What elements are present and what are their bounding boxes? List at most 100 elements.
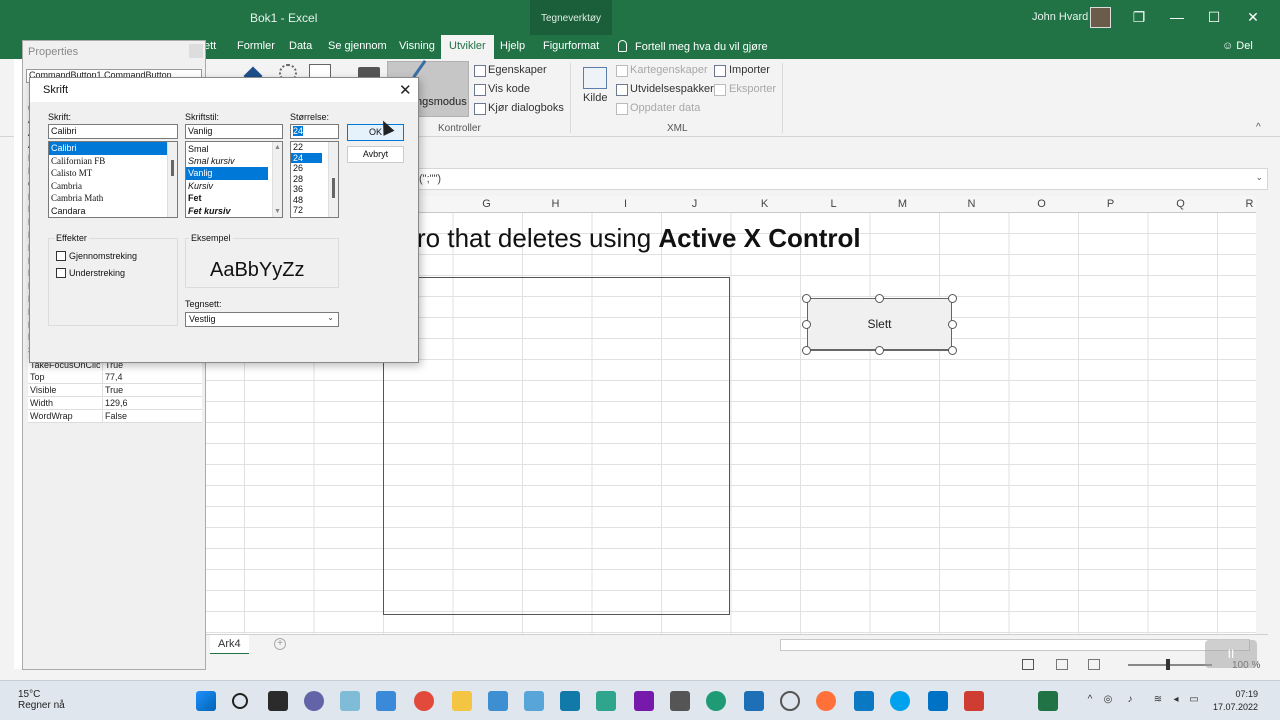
maximize-button[interactable]: ☐ xyxy=(1203,6,1225,28)
task-view-icon[interactable] xyxy=(268,691,288,711)
font-list-scrollbar[interactable] xyxy=(167,142,177,217)
size-list-item[interactable]: 24 xyxy=(291,152,322,163)
underline-label[interactable]: Understreking xyxy=(69,268,125,278)
cancel-button[interactable]: Avbryt xyxy=(347,146,404,163)
tab-se-gjennom[interactable]: Se gjennom xyxy=(328,40,387,52)
outlook-icon[interactable] xyxy=(928,691,948,711)
font-list-item[interactable]: Calibri xyxy=(49,142,177,155)
app-icon[interactable] xyxy=(376,691,396,711)
style-list-item[interactable]: Fet xyxy=(186,192,282,205)
user-name[interactable]: John Hvard xyxy=(1032,11,1088,23)
chrome-icon[interactable] xyxy=(414,691,434,711)
excel-icon[interactable] xyxy=(1038,691,1058,711)
column-header[interactable]: R xyxy=(1215,198,1280,210)
charset-select[interactable]: Vestlig ⌄ xyxy=(185,312,339,327)
wifi-icon[interactable]: ≋ xyxy=(1152,694,1164,706)
properties-button[interactable]: Egenskaper xyxy=(488,64,547,76)
style-list-item[interactable]: Vanlig xyxy=(186,167,268,180)
property-row[interactable]: Width 129,6 xyxy=(28,397,202,410)
property-value[interactable]: False xyxy=(102,411,127,423)
share-button[interactable]: ☺ Del xyxy=(1222,40,1253,52)
app-icon[interactable] xyxy=(524,691,544,711)
firefox-icon[interactable] xyxy=(816,691,836,711)
underline-checkbox[interactable] xyxy=(56,268,66,278)
resize-handle[interactable] xyxy=(948,320,957,329)
close-icon[interactable]: ✕ xyxy=(399,81,412,99)
scroll-up-icon[interactable]: ▲ xyxy=(274,144,281,151)
snipping-icon[interactable] xyxy=(340,691,360,711)
resize-handle[interactable] xyxy=(875,294,884,303)
properties-close-button[interactable] xyxy=(189,44,203,58)
tab-data[interactable]: Data xyxy=(289,40,312,52)
resize-handle[interactable] xyxy=(802,346,811,355)
battery-icon[interactable]: ▭ xyxy=(1188,694,1200,706)
column-header[interactable]: I xyxy=(591,198,660,210)
microphone-icon[interactable]: ♪ xyxy=(1124,694,1136,706)
slett-command-button[interactable]: Slett xyxy=(807,298,952,351)
resize-handle[interactable] xyxy=(948,294,957,303)
size-input[interactable]: 24 xyxy=(290,124,339,139)
start-icon[interactable] xyxy=(196,691,216,711)
clock-app-icon[interactable] xyxy=(780,691,800,711)
column-header[interactable]: P xyxy=(1076,198,1145,210)
app-icon[interactable] xyxy=(488,691,508,711)
column-header[interactable]: H xyxy=(521,198,590,210)
style-list-item[interactable]: Smal xyxy=(186,142,282,155)
normal-view-icon[interactable] xyxy=(1022,659,1034,670)
style-input[interactable]: Vanlig xyxy=(185,124,283,139)
page-layout-icon[interactable] xyxy=(1056,659,1068,670)
ok-button[interactable]: OK xyxy=(347,124,404,141)
search-icon[interactable] xyxy=(232,693,248,709)
tell-me-search[interactable]: Fortell meg hva du vil gjøre xyxy=(618,40,768,53)
font-list-item[interactable]: Cambria Math xyxy=(49,192,177,205)
column-header[interactable]: N xyxy=(937,198,1006,210)
property-value[interactable]: True xyxy=(102,385,123,397)
tab-figurformat[interactable]: Figurformat xyxy=(543,40,599,52)
expansion-packs-button[interactable]: Utvidelsespakker xyxy=(630,83,714,95)
resize-handle[interactable] xyxy=(802,294,811,303)
style-list-item[interactable]: Kursiv xyxy=(186,180,282,193)
column-header[interactable]: L xyxy=(799,198,868,210)
column-header[interactable]: O xyxy=(1007,198,1076,210)
expand-formula-icon[interactable]: ⌄ xyxy=(1255,172,1263,183)
property-value[interactable]: 129,6 xyxy=(102,398,128,410)
collapse-ribbon-icon[interactable]: ^ xyxy=(1256,122,1261,133)
refresh-data-button[interactable]: Oppdater data xyxy=(630,102,700,114)
import-button[interactable]: Importer xyxy=(729,64,770,76)
column-header[interactable]: M xyxy=(868,198,937,210)
resize-handle[interactable] xyxy=(875,346,884,355)
tab-hjelp[interactable]: Hjelp xyxy=(500,40,525,52)
sheet-tab-ark4[interactable]: Ark4 xyxy=(210,635,249,655)
ribbon-display-icon[interactable]: ❐ xyxy=(1128,6,1150,28)
style-list[interactable]: Smal Smal kursiv Vanlig Kursiv Fet Fet k… xyxy=(185,141,283,218)
zoom-slider[interactable] xyxy=(1128,664,1212,666)
zoom-slider-thumb[interactable] xyxy=(1166,659,1170,670)
page-break-icon[interactable] xyxy=(1088,659,1100,670)
weather-widget[interactable]: 15°C Regner nå xyxy=(18,689,65,711)
property-row[interactable]: Top 77,4 xyxy=(28,371,202,384)
sheet-heading[interactable]: ro that deletes using Active X Control xyxy=(417,223,861,254)
font-list[interactable]: Calibri Californian FB Calisto MT Cambri… xyxy=(48,141,178,218)
property-value[interactable]: 77,4 xyxy=(102,372,123,384)
xml-source-button[interactable]: Kilde xyxy=(583,92,607,104)
tab-formler[interactable]: Formler xyxy=(237,40,275,52)
close-button[interactable]: ✕ xyxy=(1242,6,1264,28)
avatar[interactable] xyxy=(1090,7,1111,28)
font-list-item[interactable]: Cambria xyxy=(49,180,177,193)
app-icon[interactable] xyxy=(596,691,616,711)
horizontal-scrollbar[interactable] xyxy=(780,639,1250,651)
strikethrough-label[interactable]: Gjennomstreking xyxy=(69,251,137,261)
font-list-item[interactable]: Candara xyxy=(49,205,177,218)
tab-visning[interactable]: Visning xyxy=(399,40,435,52)
font-list-item[interactable]: Californian FB xyxy=(49,155,177,168)
calculator-icon[interactable] xyxy=(670,691,690,711)
video-pause-button[interactable]: II xyxy=(1205,640,1257,668)
speaker-icon[interactable]: ◂ xyxy=(1170,694,1182,706)
property-row[interactable]: WordWrap False xyxy=(28,410,202,423)
property-row[interactable]: Visible True xyxy=(28,384,202,397)
tab-utvikler[interactable]: Utvikler xyxy=(441,35,494,59)
chat-icon[interactable] xyxy=(304,691,324,711)
app-icon[interactable] xyxy=(744,691,764,711)
add-sheet-button[interactable]: + xyxy=(274,638,286,650)
style-list-item[interactable]: Fet kursiv xyxy=(186,205,282,218)
